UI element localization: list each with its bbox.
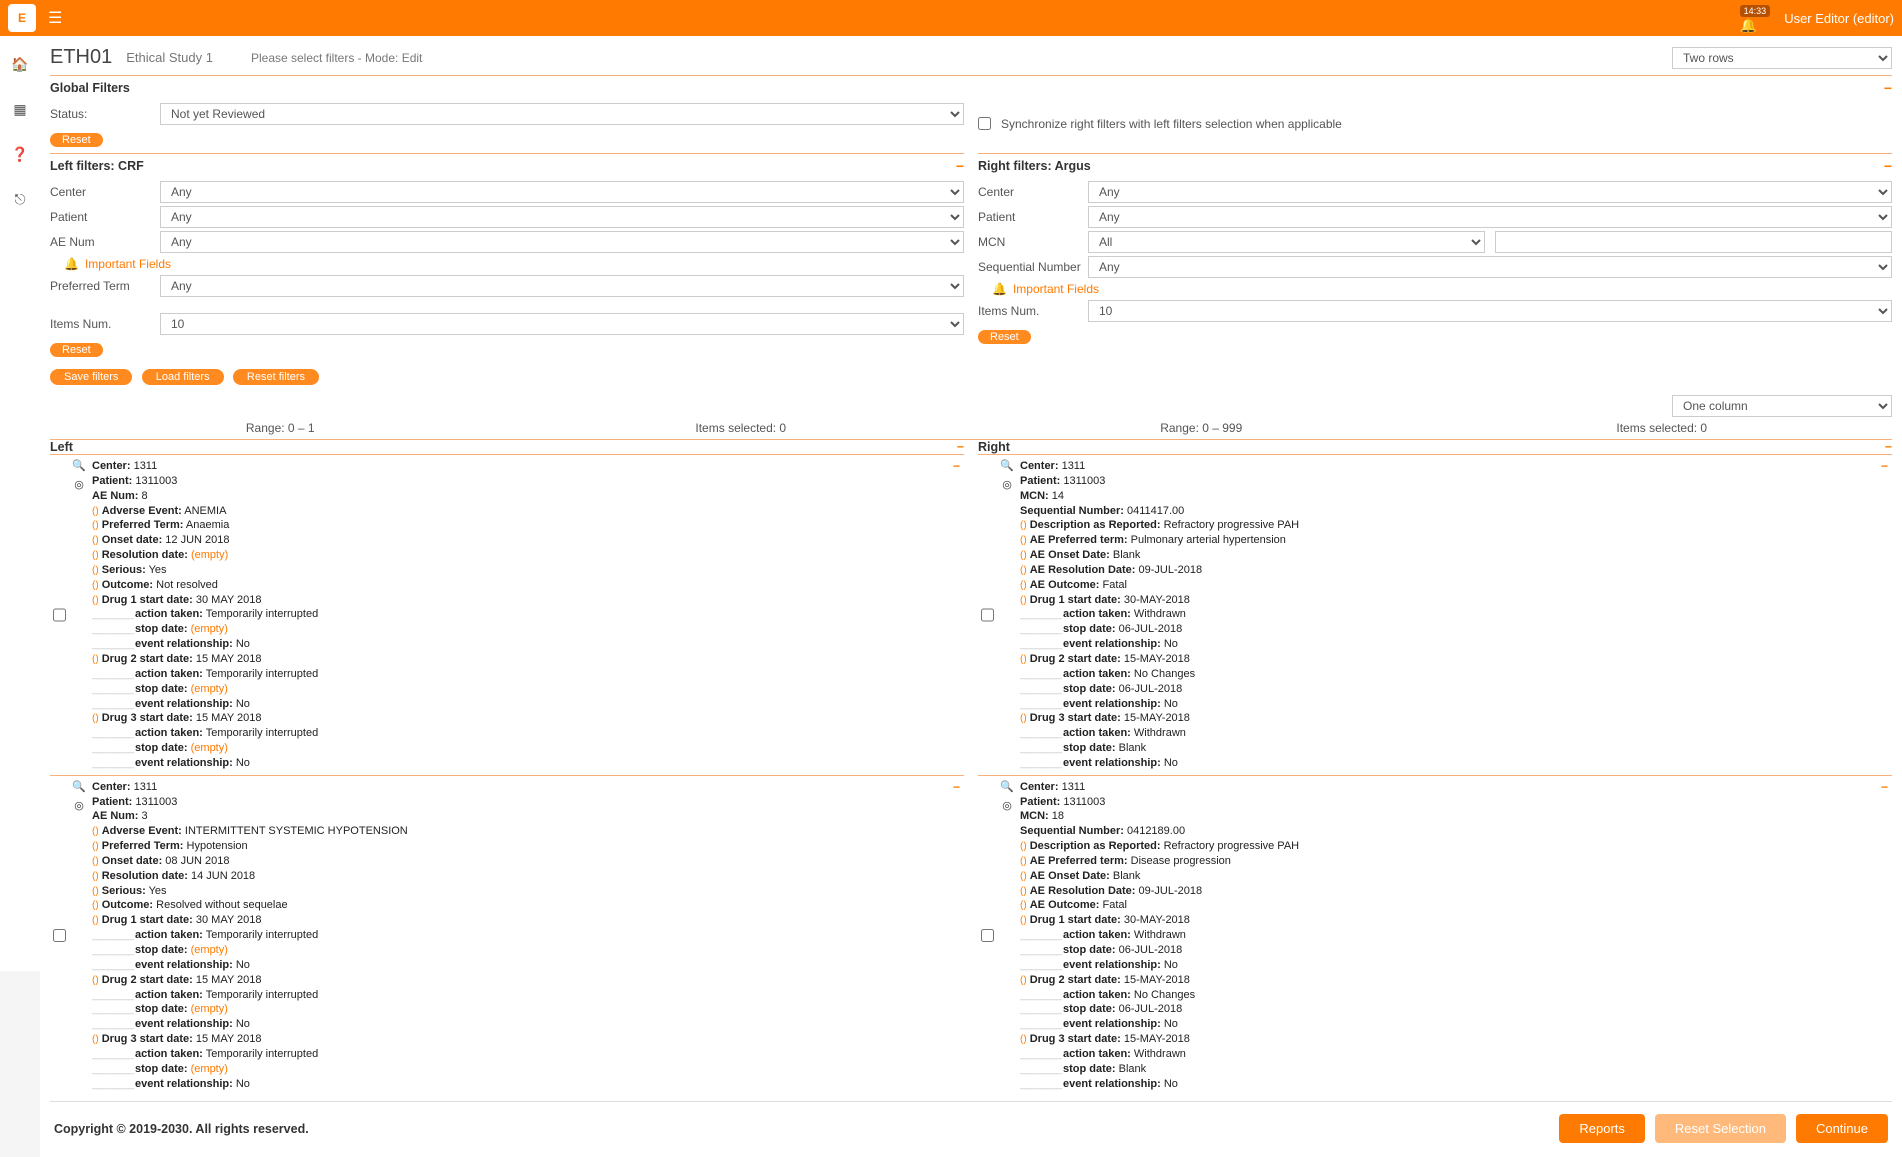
sync-label: Synchronize right filters with left filt… <box>1001 117 1342 131</box>
help-icon[interactable]: ❓ <box>11 146 28 163</box>
right-reset-button[interactable]: Reset <box>978 330 1031 344</box>
global-filters-title: Global Filters <box>50 81 130 95</box>
user-menu[interactable]: User Editor (editor) <box>1784 11 1894 26</box>
collapse-icon[interactable]: − <box>1884 80 1892 96</box>
right-filters-title: Right filters: Argus <box>978 159 1091 173</box>
search-icon[interactable]: 🔍 <box>72 459 86 472</box>
card: −🔍◎Center: 1311Patient: 1311003MCN: 18Se… <box>978 775 1892 1096</box>
items-num-select[interactable]: 10 <box>1088 300 1892 322</box>
collapse-icon[interactable]: − <box>956 158 964 174</box>
right-range: Range: 0 – 999 <box>971 421 1432 435</box>
notification-badge: 14:33 <box>1740 5 1771 17</box>
target-icon[interactable]: ◎ <box>74 478 84 491</box>
filter-label: Patient <box>978 210 1088 224</box>
grid-icon[interactable]: ▦ <box>13 101 26 118</box>
topbar: E ☰ 14:33 🔔 User Editor (editor) <box>0 0 1902 36</box>
collapse-icon[interactable]: − <box>1881 459 1888 473</box>
seq-select[interactable]: Any <box>1088 256 1892 278</box>
bell-icon: 🔔 <box>64 257 79 271</box>
filter-label: AE Num <box>50 235 160 249</box>
column-select[interactable]: One column <box>1672 395 1892 417</box>
filter-select[interactable]: Any <box>1088 181 1892 203</box>
card-checkbox[interactable] <box>53 780 66 1092</box>
logout-icon[interactable]: ⎋ <box>14 191 25 208</box>
filter-label: Patient <box>50 210 160 224</box>
load-filters-button[interactable]: Load filters <box>142 369 224 385</box>
mcn-label: MCN <box>978 235 1088 249</box>
collapse-icon[interactable]: − <box>1884 158 1892 174</box>
save-filters-button[interactable]: Save filters <box>50 369 132 385</box>
status-label: Status: <box>50 107 160 121</box>
filter-select[interactable]: Any <box>1088 206 1892 228</box>
search-icon[interactable]: 🔍 <box>72 780 86 793</box>
bell-icon: 🔔 <box>1740 17 1757 33</box>
search-icon[interactable]: 🔍 <box>1000 459 1014 472</box>
copyright: Copyright © 2019-2030. All rights reserv… <box>54 1122 309 1136</box>
sidebar: 🏠 ▦ ❓ ⎋ <box>0 36 40 971</box>
left-selected: Items selected: 0 <box>511 421 972 435</box>
collapse-icon[interactable]: − <box>953 780 960 794</box>
home-icon[interactable]: 🏠 <box>11 56 28 73</box>
mcn-select[interactable]: All <box>1088 231 1485 253</box>
reset-selection-button[interactable]: Reset Selection <box>1655 1114 1786 1143</box>
status-select[interactable]: Not yet Reviewed <box>160 103 964 125</box>
app-logo: E <box>8 4 36 32</box>
card: −🔍◎Center: 1311Patient: 1311003MCN: 14Se… <box>978 454 1892 775</box>
target-icon[interactable]: ◎ <box>1002 478 1012 491</box>
mcn-input[interactable] <box>1495 231 1892 253</box>
global-reset-button[interactable]: Reset <box>50 133 103 147</box>
filter-select[interactable]: Any <box>160 206 964 228</box>
study-name: Ethical Study 1 <box>126 50 213 65</box>
left-reset-button[interactable]: Reset <box>50 343 103 357</box>
preferred-term-label: Preferred Term <box>50 279 160 293</box>
left-filters-title: Left filters: CRF <box>50 159 144 173</box>
card-checkbox[interactable] <box>981 780 994 1092</box>
left-range: Range: 0 – 1 <box>50 421 511 435</box>
collapse-icon[interactable]: − <box>957 440 964 454</box>
preferred-term-select[interactable]: Any <box>160 275 964 297</box>
collapse-icon[interactable]: − <box>1885 440 1892 454</box>
card: −🔍◎Center: 1311Patient: 1311003AE Num: 3… <box>50 775 964 1096</box>
sync-checkbox[interactable] <box>978 117 991 130</box>
filter-label: Center <box>978 185 1088 199</box>
target-icon[interactable]: ◎ <box>74 799 84 812</box>
menu-icon[interactable]: ☰ <box>48 8 62 28</box>
card-checkbox[interactable] <box>53 459 66 771</box>
continue-button[interactable]: Continue <box>1796 1114 1888 1143</box>
reset-filters-button[interactable]: Reset filters <box>233 369 319 385</box>
right-section-title: Right <box>978 440 1010 454</box>
items-num-select[interactable]: 10 <box>160 313 964 335</box>
filter-select[interactable]: Any <box>160 231 964 253</box>
card: −🔍◎Center: 1311Patient: 1311003AE Num: 8… <box>50 454 964 775</box>
study-code: ETH01 <box>50 46 112 69</box>
card-checkbox[interactable] <box>981 459 994 771</box>
important-fields-link[interactable]: 🔔 Important Fields <box>992 282 1892 296</box>
rows-select[interactable]: Two rows <box>1672 47 1892 69</box>
left-section-title: Left <box>50 440 73 454</box>
bell-icon: 🔔 <box>992 282 1007 296</box>
right-selected: Items selected: 0 <box>1432 421 1893 435</box>
collapse-icon[interactable]: − <box>1881 780 1888 794</box>
items-num-label: Items Num. <box>978 304 1088 318</box>
notification[interactable]: 14:33 🔔 <box>1740 3 1771 34</box>
seq-label: Sequential Number <box>978 260 1088 274</box>
reports-button[interactable]: Reports <box>1559 1114 1645 1143</box>
mode-text: Please select filters - Mode: Edit <box>251 51 422 65</box>
filter-label: Center <box>50 185 160 199</box>
search-icon[interactable]: 🔍 <box>1000 780 1014 793</box>
important-fields-link[interactable]: 🔔 Important Fields <box>64 257 964 271</box>
items-num-label: Items Num. <box>50 317 160 331</box>
collapse-icon[interactable]: − <box>953 459 960 473</box>
filter-select[interactable]: Any <box>160 181 964 203</box>
target-icon[interactable]: ◎ <box>1002 799 1012 812</box>
